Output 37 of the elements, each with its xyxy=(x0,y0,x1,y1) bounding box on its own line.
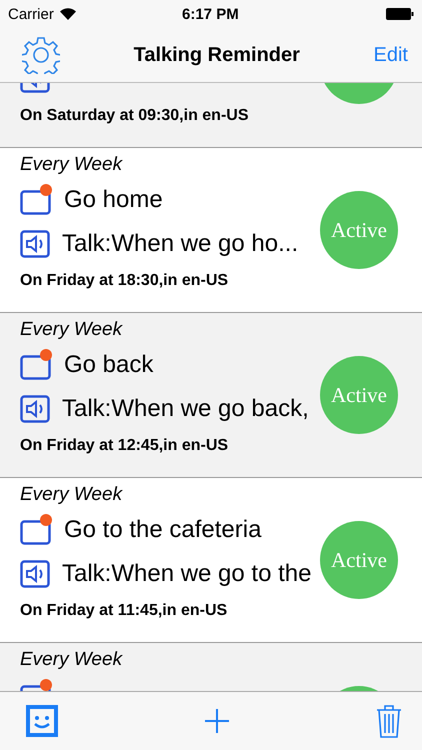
reminder-row[interactable]: Every Week xyxy=(0,643,422,691)
talk-text: Talk:When we go ho... xyxy=(62,230,298,258)
reminder-row[interactable]: On Saturday at 09:30,in en-US xyxy=(0,83,422,148)
settings-button[interactable] xyxy=(22,36,60,74)
note-icon xyxy=(20,349,52,381)
note-icon xyxy=(20,184,52,216)
schedule-text: On Saturday at 09:30,in en-US xyxy=(20,107,249,125)
plus-icon xyxy=(205,709,229,733)
smiley-icon xyxy=(26,705,58,737)
talk-text: Talk:When we go to the xyxy=(62,560,312,588)
battery-icon xyxy=(386,8,414,20)
schedule-text: On Friday at 11:45,in en-US xyxy=(20,602,228,620)
app-title: Talking Reminder xyxy=(134,44,300,66)
add-button[interactable] xyxy=(205,709,229,733)
clock-time: 6:17 PM xyxy=(182,6,239,22)
repeat-label: Every Week xyxy=(20,649,122,672)
schedule-text: On Friday at 12:45,in en-US xyxy=(20,437,228,455)
face-button[interactable] xyxy=(26,705,58,737)
repeat-label: Every Week xyxy=(20,484,122,507)
wifi-icon xyxy=(60,8,76,20)
delete-button[interactable] xyxy=(376,704,402,738)
speaker-icon xyxy=(20,230,50,258)
repeat-label: Every Week xyxy=(20,319,122,342)
edit-link[interactable]: Edit xyxy=(374,44,408,66)
note-icon xyxy=(20,514,52,546)
trash-icon xyxy=(376,704,402,738)
reminder-title: Go home xyxy=(64,186,163,214)
reminder-row[interactable]: Every Week Go back Talk:When we go back, On Friday at 12:45,in en-US Active xyxy=(0,313,422,478)
reminder-title: Go back xyxy=(64,351,154,379)
talk-text: Talk:When we go back, xyxy=(62,395,309,423)
reminder-title: Go to the cafeteria xyxy=(64,516,262,544)
settings-icon xyxy=(22,36,60,74)
schedule-text: On Friday at 18:30,in en-US xyxy=(20,272,228,290)
carrier-label: Carrier xyxy=(8,6,54,22)
speaker-icon xyxy=(20,560,50,588)
speaker-icon xyxy=(20,395,50,423)
repeat-label: Every Week xyxy=(20,154,122,177)
